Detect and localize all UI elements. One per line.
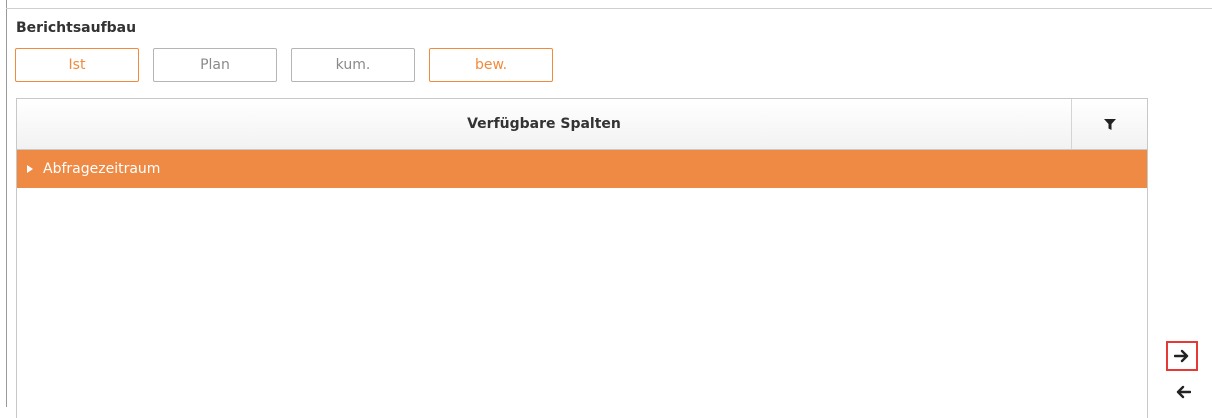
move-left-button[interactable] bbox=[1168, 378, 1198, 406]
group-row-label: Abfragezeitraum bbox=[43, 161, 161, 177]
group-row-abfragezeitraum[interactable]: Abfragezeitraum bbox=[17, 150, 1147, 188]
move-right-button[interactable] bbox=[1166, 341, 1198, 371]
toggle-bew-button[interactable]: bew. bbox=[429, 48, 553, 82]
panel-left-border bbox=[6, 0, 7, 407]
toggle-kum-button[interactable]: kum. bbox=[291, 48, 415, 82]
arrow-right-icon bbox=[1174, 349, 1189, 363]
grid-header: Verfügbare Spalten bbox=[17, 99, 1147, 150]
grid-header-title: Verfügbare Spalten bbox=[467, 116, 621, 132]
section-title: Berichtsaufbau bbox=[16, 20, 137, 36]
caret-right-icon bbox=[27, 165, 33, 173]
arrow-left-icon bbox=[1176, 385, 1191, 399]
panel-top-border bbox=[6, 8, 1212, 9]
available-columns-grid: Verfügbare Spalten Abfragezeitraum bbox=[16, 98, 1148, 418]
toggle-plan-button[interactable]: Plan bbox=[153, 48, 277, 82]
filter-button[interactable] bbox=[1071, 99, 1148, 149]
toggle-ist-button[interactable]: Ist bbox=[15, 48, 139, 82]
filter-icon bbox=[1104, 118, 1116, 130]
